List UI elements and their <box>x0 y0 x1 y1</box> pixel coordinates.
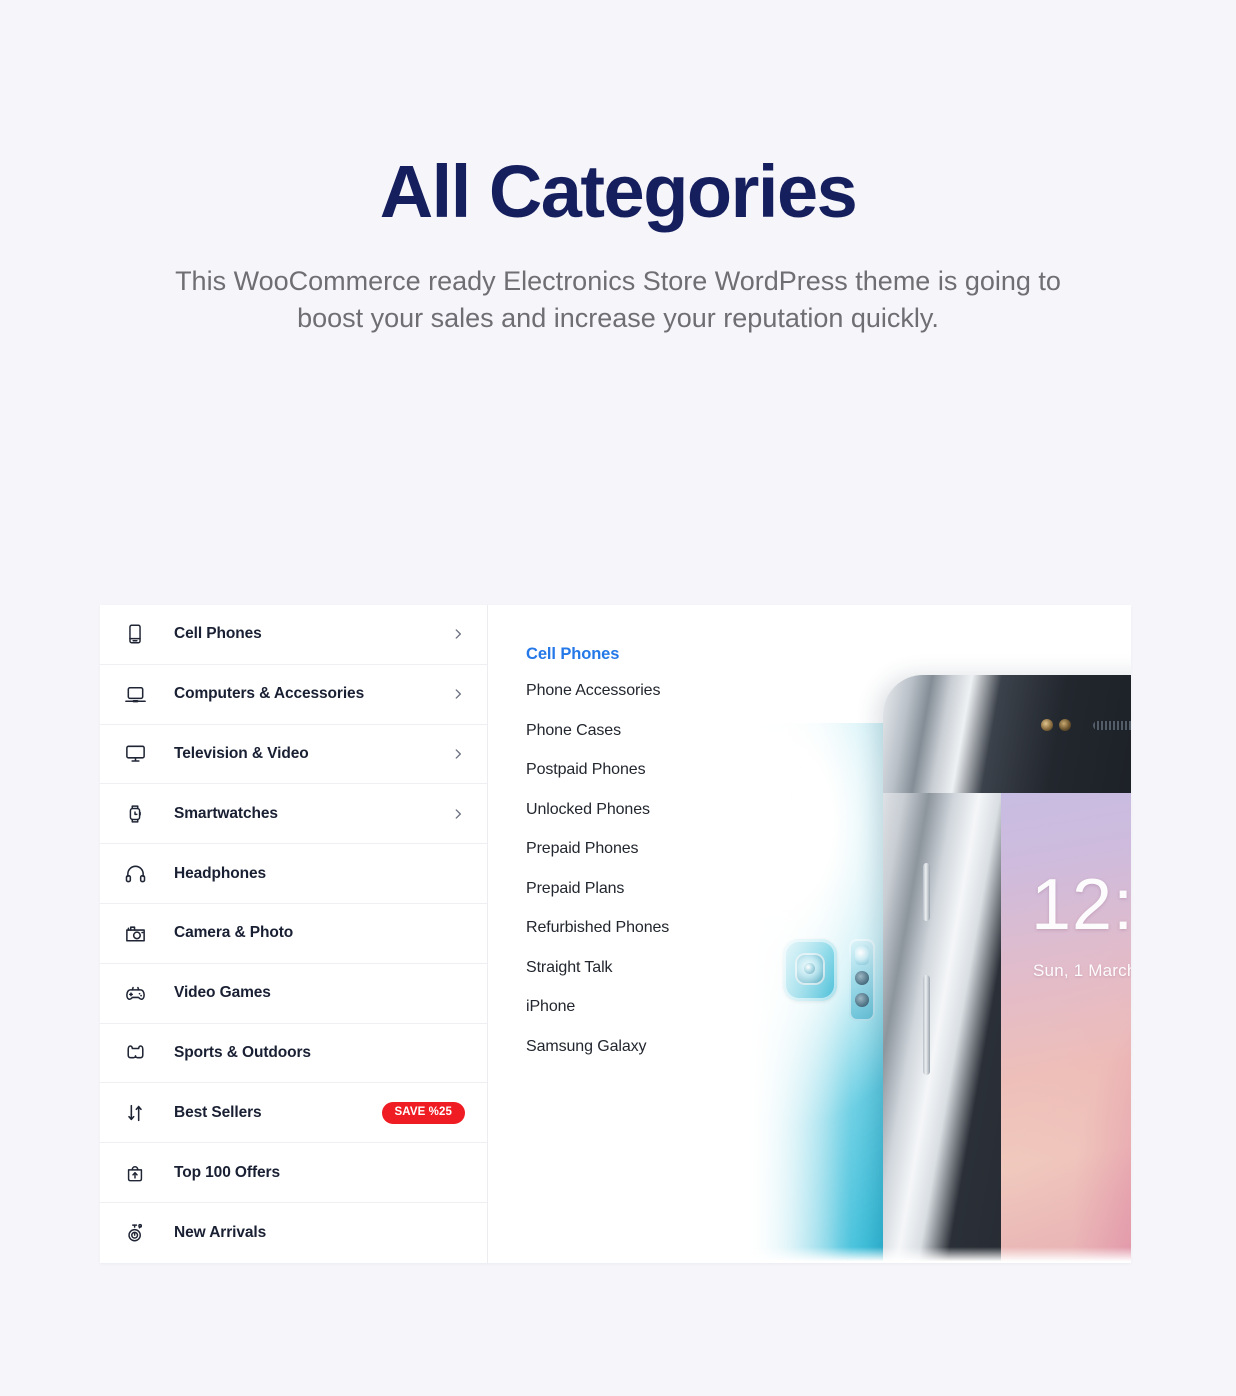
subcategory-link-postpaid-phones[interactable]: Postpaid Phones <box>526 761 669 779</box>
subcategory-link-phone-cases[interactable]: Phone Cases <box>526 722 669 740</box>
subcategory-link-unlocked-phones[interactable]: Unlocked Phones <box>526 801 669 819</box>
bag-upload-icon <box>124 1162 154 1184</box>
volume-up-button <box>923 863 930 921</box>
status-badge: SAVE %25 <box>381 1101 465 1125</box>
subcategory-link-refurbished-phones[interactable]: Refurbished Phones <box>526 919 669 937</box>
sidebar-item-label: Smartwatches <box>174 804 278 822</box>
chevron-right-icon[interactable] <box>451 807 465 821</box>
samsung-galaxy-phone-photo: 12:45 Sun, 1 March <box>731 605 1131 1263</box>
gamepad-icon <box>124 982 154 1005</box>
chevron-right-icon[interactable] <box>451 687 465 701</box>
headphones-icon <box>124 862 154 885</box>
category-content-panel: 12:45 Sun, 1 March Cell Phones Phone Acc… <box>488 605 1131 1263</box>
rear-camera-lens <box>795 953 825 985</box>
subcategory-link-phone-accessories[interactable]: Phone Accessories <box>526 682 669 700</box>
subcategory-link-straight-talk[interactable]: Straight Talk <box>526 959 669 977</box>
sidebar-item-label: Sports & Outdoors <box>174 1043 311 1061</box>
sidebar-item-new-arrivals[interactable]: New Arrivals <box>100 1202 487 1263</box>
sidebar-item-sports-outdoors[interactable]: Sports & Outdoors <box>100 1023 487 1084</box>
subcategory-heading[interactable]: Cell Phones <box>526 645 669 664</box>
front-sensor-icon <box>1059 719 1071 731</box>
sidebar-item-label: Cell Phones <box>174 625 262 643</box>
categories-card: Cell Phones Computers & Accessories Tele… <box>100 605 1131 1263</box>
sidebar-item-label: Camera & Photo <box>174 924 294 942</box>
sort-arrows-icon <box>124 1102 154 1124</box>
sidebar-item-label: Headphones <box>174 864 267 882</box>
sidebar-item-label: New Arrivals <box>174 1223 267 1241</box>
subcategory-link-prepaid-plans[interactable]: Prepaid Plans <box>526 880 669 898</box>
sidebar-item-smartwatches[interactable]: Smartwatches <box>100 784 487 845</box>
sidebar-item-computers-accessories[interactable]: Computers & Accessories <box>100 664 487 725</box>
chevron-right-icon[interactable] <box>451 627 465 641</box>
subcategory-link-prepaid-phones[interactable]: Prepaid Phones <box>526 840 669 858</box>
page-subtitle: This WooCommerce ready Electronics Store… <box>175 266 1061 334</box>
flash-sensor-module <box>849 939 875 1021</box>
hero-section: All Categories This WooCommerce ready El… <box>0 0 1236 338</box>
laptop-icon <box>124 683 154 706</box>
lockscreen-time: 12:45 <box>1031 865 1131 945</box>
sidebar-item-headphones[interactable]: Headphones <box>100 844 487 904</box>
lockscreen-date: Sun, 1 March <box>1033 961 1131 980</box>
sidebar-item-label: Best Sellers <box>174 1103 262 1121</box>
sidebar-item-label: Top 100 Offers <box>174 1163 280 1181</box>
sidebar-item-label: Computers & Accessories <box>174 685 365 703</box>
sidebar-item-label: Video Games <box>174 984 271 1002</box>
phone-front-body: 12:45 Sun, 1 March <box>883 675 1131 1263</box>
goggles-icon <box>124 1041 154 1064</box>
phone-screen: 12:45 Sun, 1 March <box>1001 793 1131 1263</box>
front-camera-icon <box>1041 719 1053 731</box>
subcategory-link-iphone[interactable]: iPhone <box>526 998 669 1016</box>
category-sidebar: Cell Phones Computers & Accessories Tele… <box>100 605 488 1263</box>
subcategory-list: Cell Phones Phone Accessories Phone Case… <box>526 645 669 1056</box>
earpiece-grille-icon <box>1093 721 1131 730</box>
sidebar-item-best-sellers[interactable]: Best Sellers SAVE %25 <box>100 1083 487 1144</box>
page-title: All Categories <box>379 150 858 233</box>
volume-down-button <box>923 975 930 1075</box>
chevron-right-icon[interactable] <box>451 747 465 761</box>
stopwatch-icon <box>124 1222 154 1244</box>
sidebar-item-label: Television & Video <box>174 744 309 762</box>
monitor-icon <box>124 742 154 765</box>
phone-top-bezel <box>883 675 1131 793</box>
smartphone-icon <box>124 623 154 645</box>
sidebar-item-television-video[interactable]: Television & Video <box>100 724 487 785</box>
sidebar-item-camera-photo[interactable]: Camera & Photo <box>100 903 487 964</box>
smartwatch-icon <box>124 803 154 825</box>
sidebar-item-top-100-offers[interactable]: Top 100 Offers <box>100 1143 487 1203</box>
sidebar-item-video-games[interactable]: Video Games <box>100 963 487 1024</box>
subcategory-link-samsung-galaxy[interactable]: Samsung Galaxy <box>526 1038 669 1056</box>
camera-icon <box>124 922 154 945</box>
sidebar-item-cell-phones[interactable]: Cell Phones <box>100 605 487 665</box>
